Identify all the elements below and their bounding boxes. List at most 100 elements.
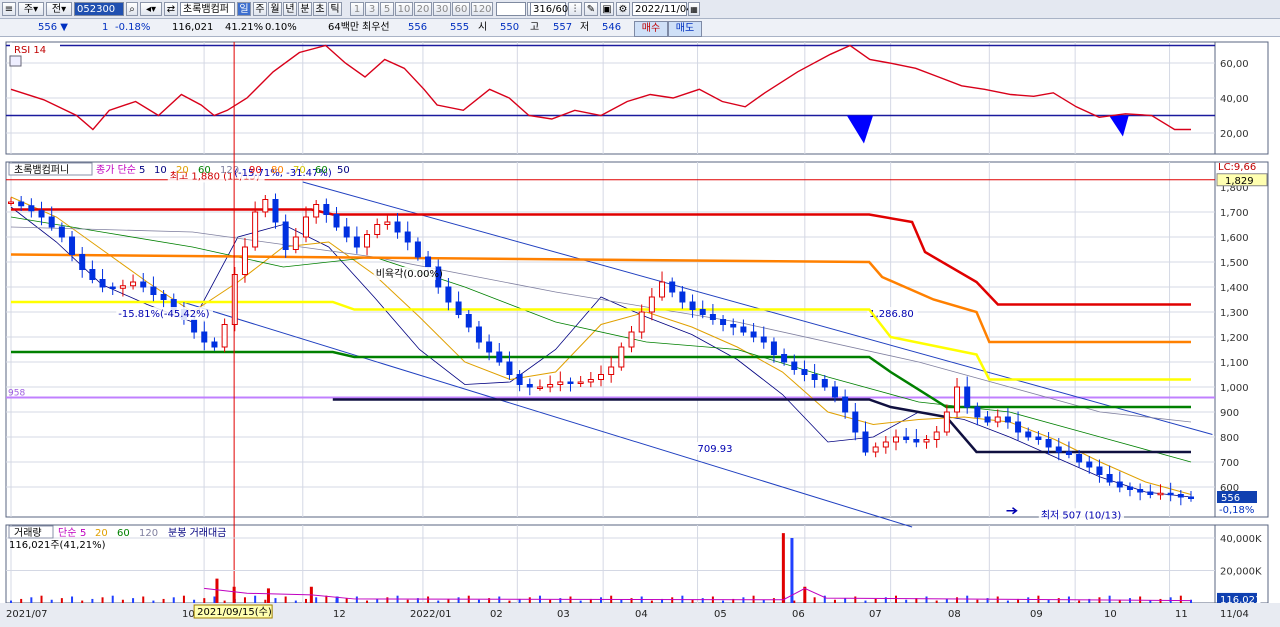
price-candle-body — [486, 341, 493, 353]
volume-bar — [203, 598, 206, 603]
price-candle-body — [567, 381, 574, 384]
volume-bar — [152, 600, 155, 603]
stock-code-input[interactable]: 052300 — [74, 2, 124, 16]
price-candle-body — [1065, 451, 1072, 455]
volume-legend-0: 단순 — [58, 527, 76, 539]
interval-1[interactable]: 1 — [350, 2, 364, 16]
volume-bar — [437, 600, 440, 603]
candle-icon[interactable]: ⫶ — [568, 2, 582, 16]
price-trendline-label-1: 709.93 — [698, 444, 733, 455]
stock-name-field[interactable]: 초록뱀컴퍼 — [180, 2, 235, 16]
price-candle-body — [547, 384, 554, 388]
priority-label: 최우선 — [362, 22, 390, 33]
menu-icon[interactable]: ≡ — [2, 2, 16, 16]
price-chart[interactable]: 60,00 40,00 20,00 RSI 14 1,700 1,600 1,500 1,40… — [0, 37, 1280, 627]
save-icon[interactable]: ▣ — [600, 2, 614, 16]
period-month[interactable]: 월 — [268, 2, 282, 16]
interval-10[interactable]: 10 — [395, 2, 413, 16]
period-tick[interactable]: 틱 — [328, 2, 342, 16]
period-year[interactable]: 년 — [283, 2, 297, 16]
price-candle-body — [394, 221, 401, 233]
price-legend-4: 60 — [198, 165, 211, 176]
volume-bar — [956, 597, 959, 603]
interval-60[interactable]: 60 — [452, 2, 470, 16]
date-field[interactable]: 2022/11/04 — [632, 2, 693, 16]
price-candle-body — [852, 411, 859, 433]
volume-bar — [457, 597, 460, 603]
volume-bar — [182, 595, 185, 603]
period-second[interactable]: 초 — [313, 2, 327, 16]
current-price: 556 ▼ — [38, 22, 68, 33]
volume-bar — [844, 598, 847, 603]
price-candle-body — [943, 411, 950, 433]
prev-select[interactable]: 전▾ — [46, 2, 72, 16]
search-icon[interactable]: ⌕ — [126, 2, 138, 16]
price-tick-label: 1,300 — [1220, 308, 1249, 319]
price-tick-label: 1,700 — [1220, 208, 1249, 219]
price-candle-body — [191, 319, 198, 333]
price-candle-body — [1035, 436, 1042, 440]
price-candle-body — [201, 331, 208, 343]
price-candle-body — [648, 296, 655, 313]
speaker-icon[interactable]: ◂▾ — [140, 2, 162, 16]
period-week[interactable]: 주 — [253, 2, 267, 16]
rsi-title: RSI 14 — [14, 45, 46, 56]
price-candle-body — [38, 210, 45, 218]
rsi-tick-label: 40,00 — [1220, 94, 1249, 105]
price-legend-10: 50 — [337, 165, 350, 176]
price-candle-body — [455, 301, 462, 315]
interval-5[interactable]: 5 — [380, 2, 394, 16]
daily-badge[interactable]: 일 — [237, 2, 251, 16]
settings-icon[interactable]: ⚙ — [616, 2, 630, 16]
count-field[interactable]: 316/600 — [530, 2, 575, 16]
price-candle-body — [69, 236, 76, 255]
price-current-box-label: 556 — [1221, 493, 1240, 504]
price-candle-body — [18, 201, 25, 207]
tools-icon[interactable]: ✎ — [584, 2, 598, 16]
volume-bar — [132, 598, 135, 603]
period-minute[interactable]: 분 — [298, 2, 312, 16]
price-candle-body — [923, 439, 930, 443]
price-candle-body — [913, 439, 920, 443]
calendar-icon[interactable]: ▦ — [688, 2, 700, 16]
sell-button[interactable]: 매도 — [668, 21, 702, 37]
interval-30[interactable]: 30 — [433, 2, 451, 16]
volume-bar — [874, 598, 877, 603]
main-select[interactable]: 주▾ — [18, 2, 44, 16]
price-annotation-2: -15.81%(-45.42%) — [118, 309, 209, 320]
volume-tick-label: 20,000K — [1220, 567, 1262, 578]
volume-title: 거래량 — [14, 527, 42, 539]
volume-bar — [355, 596, 358, 603]
price-candle-body — [536, 386, 543, 389]
volume-bar — [833, 599, 836, 603]
link-icon[interactable]: ⇄ — [164, 2, 178, 16]
interval-120[interactable]: 120 — [471, 2, 493, 16]
price-candle-body — [343, 226, 350, 238]
volume-bar — [925, 596, 928, 603]
volume-bar — [508, 600, 511, 603]
volume-bar — [1078, 600, 1081, 603]
volume-bar — [793, 600, 796, 603]
price-candle-body — [1096, 466, 1103, 475]
price-candle-body — [760, 336, 767, 343]
volume-bar — [60, 598, 63, 603]
price-candle-body — [231, 274, 238, 325]
x-axis-label-11: 08 — [948, 609, 961, 620]
price-tick-label: 1,600 — [1220, 233, 1249, 244]
volume-bar — [935, 600, 938, 603]
chart-toolbar: ≡ 주▾ 전▾ 052300 ⌕ ◂▾ ⇄ 초록뱀컴퍼 일 주 월 년 분 초 … — [0, 0, 1280, 19]
price-candle-body — [414, 241, 421, 258]
interval-20[interactable]: 20 — [414, 2, 432, 16]
high-price: 557 — [553, 22, 573, 33]
price-legend-3: 20 — [176, 165, 189, 176]
buy-button[interactable]: 매수 — [634, 21, 668, 37]
volume-bar — [701, 598, 704, 603]
interval-3[interactable]: 3 — [365, 2, 379, 16]
low-label: 저 — [580, 22, 590, 33]
volume-bar — [142, 596, 145, 603]
price-candle-body — [720, 319, 727, 325]
interval-input[interactable] — [496, 2, 526, 16]
price-candle-body — [303, 216, 309, 238]
price-candle-body — [211, 341, 218, 348]
volume-bar — [945, 598, 948, 603]
